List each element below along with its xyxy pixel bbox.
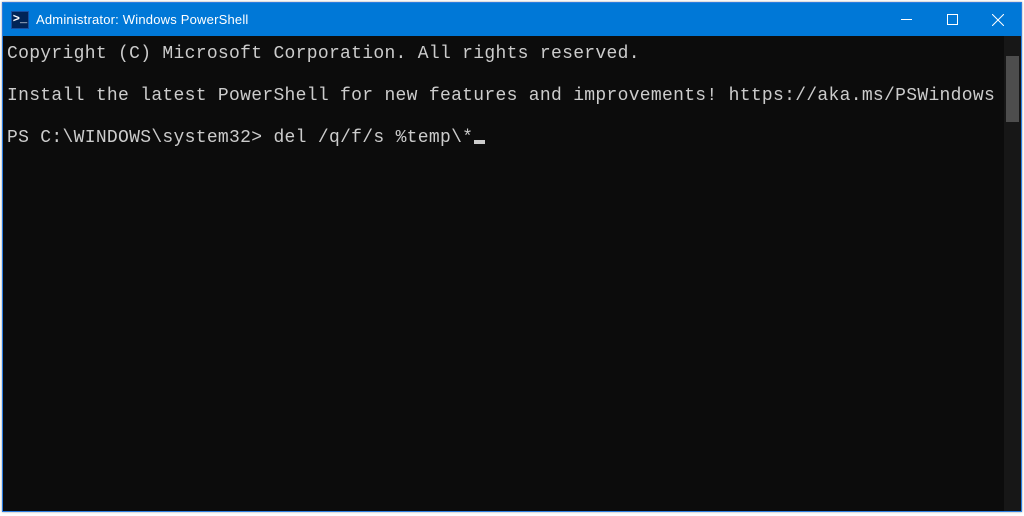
prompt-text: PS C:\WINDOWS\system32> (7, 128, 262, 148)
scrollbar-track[interactable] (1004, 36, 1021, 511)
install-hint-text: Install the latest PowerShell for new fe… (7, 86, 995, 106)
powershell-icon: >_ (11, 11, 29, 29)
minimize-button[interactable] (883, 3, 929, 36)
console-text-area[interactable]: Copyright (C) Microsoft Corporation. All… (3, 36, 1004, 511)
console-body[interactable]: Copyright (C) Microsoft Corporation. All… (3, 36, 1021, 511)
text-cursor (474, 140, 485, 144)
minimize-icon (901, 14, 912, 25)
close-button[interactable] (975, 3, 1021, 36)
close-icon (992, 14, 1004, 26)
scrollbar-thumb[interactable] (1006, 56, 1019, 122)
maximize-icon (947, 14, 958, 25)
window-title: Administrator: Windows PowerShell (36, 12, 883, 27)
powershell-icon-glyph: >_ (13, 13, 27, 25)
titlebar[interactable]: >_ Administrator: Windows PowerShell (3, 3, 1021, 36)
command-text: del /q/f/s %temp\* (273, 128, 473, 148)
maximize-button[interactable] (929, 3, 975, 36)
copyright-text: Copyright (C) Microsoft Corporation. All… (7, 44, 640, 64)
powershell-window: >_ Administrator: Windows PowerShell (2, 2, 1022, 512)
window-controls (883, 3, 1021, 36)
